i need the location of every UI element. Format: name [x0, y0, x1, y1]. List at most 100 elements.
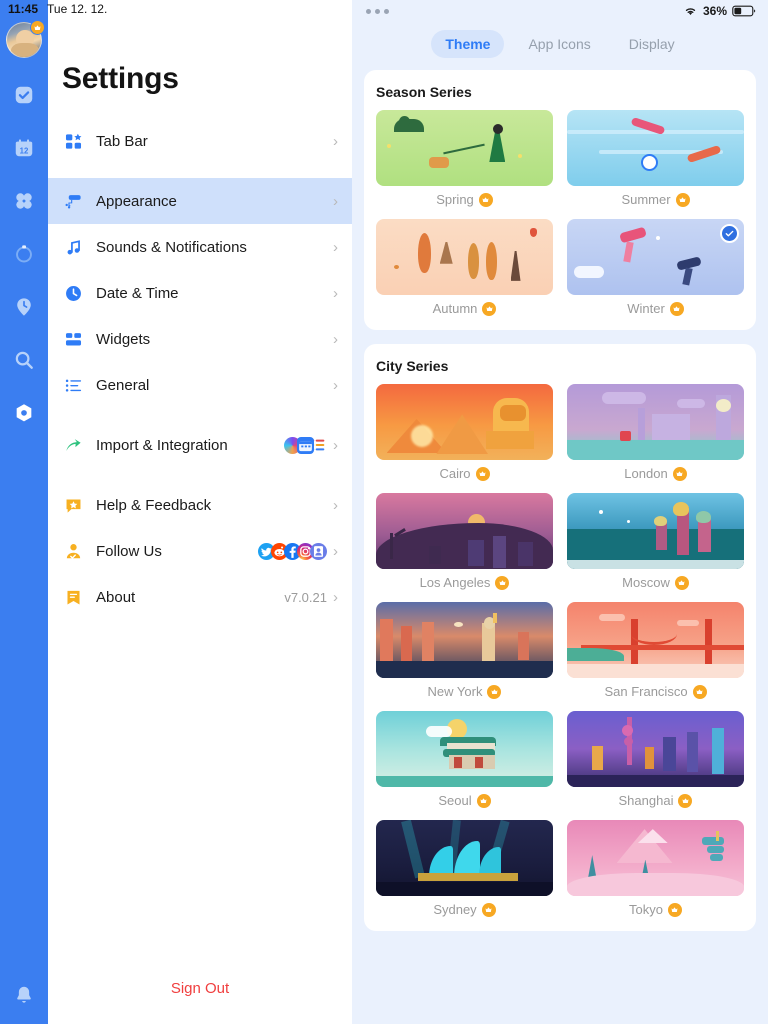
rail-item-places[interactable]	[9, 292, 39, 322]
theme-label-row: Moscow	[622, 569, 689, 594]
settings-row-help[interactable]: Help & Feedback ›	[48, 482, 352, 528]
theme-card-sydney[interactable]: Sydney	[376, 820, 553, 921]
app-version-value: v7.0.21	[284, 589, 327, 605]
theme-card-moscow[interactable]: Moscow	[567, 493, 744, 594]
theme-name: Los Angeles	[419, 575, 491, 590]
ipad-settings-screen: 12 Settings Tab Bar › Appearance › Sound…	[0, 0, 768, 1024]
settings-group-4: Help & Feedback › Follow Us › About v7.0…	[48, 482, 352, 620]
theme-thumbnail	[376, 110, 553, 186]
theme-card-sanfrancisco[interactable]: San Francisco	[567, 602, 744, 703]
tab-bar-icon	[62, 130, 84, 152]
section-title: Season Series	[376, 84, 472, 100]
rail-item-search[interactable]	[9, 345, 39, 375]
settings-row-label: Help & Feedback	[96, 496, 212, 514]
crown-icon	[692, 684, 707, 699]
crown-icon	[481, 902, 496, 917]
theme-thumbnail	[567, 219, 744, 295]
crown-icon	[495, 575, 510, 590]
theme-name: Sydney	[433, 902, 477, 917]
theme-card-autumn[interactable]: Autumn	[376, 219, 553, 320]
rail-item-timer[interactable]	[9, 239, 39, 269]
settings-row-date-time[interactable]: Date & Time ›	[48, 270, 352, 316]
settings-row-about[interactable]: About v7.0.21 ›	[48, 574, 352, 620]
theme-card-cairo[interactable]: Cairo	[376, 384, 553, 485]
theme-card-losangeles[interactable]: Los Angeles	[376, 493, 553, 594]
tab-display[interactable]: Display	[615, 30, 689, 58]
settings-row-appearance[interactable]: Appearance ›	[48, 178, 352, 224]
settings-row-import[interactable]: Import & Integration ›	[48, 422, 352, 468]
settings-row-accessory: ›	[333, 378, 338, 393]
settings-row-accessory: ›	[333, 134, 338, 149]
theme-thumbnail	[376, 820, 553, 896]
theme-thumbnail	[376, 219, 553, 295]
chevron-right-icon: ›	[333, 436, 338, 454]
settings-row-follow-us[interactable]: Follow Us ›	[48, 528, 352, 574]
settings-row-label: Appearance	[96, 192, 177, 210]
theme-scroll-area[interactable]: Season Series Spring Summer Autumn Winte…	[352, 70, 768, 1024]
multitask-dots-icon[interactable]	[366, 8, 389, 14]
dot	[366, 8, 371, 14]
theme-tabs: Theme App Icons Display	[352, 22, 768, 70]
settings-row-sounds[interactable]: Sounds & Notifications ›	[48, 224, 352, 270]
chevron-right-icon: ›	[333, 496, 338, 514]
theme-panel: 36% Theme App Icons Display Season Serie…	[352, 0, 768, 1024]
crown-icon	[674, 575, 689, 590]
settings-row-accessory: ›	[333, 194, 338, 209]
theme-name: Summer	[621, 192, 671, 207]
city-theme-grid: Cairo London Los Angeles Moscow New York…	[376, 384, 744, 921]
location-clock-pin-icon	[17, 298, 31, 316]
rail-item-calendar[interactable]: 12	[9, 133, 39, 163]
theme-label-row: San Francisco	[604, 678, 707, 703]
chevron-right-icon: ›	[333, 284, 338, 302]
tab-theme[interactable]: Theme	[431, 30, 505, 58]
chevron-right-icon: ›	[333, 238, 338, 256]
chevron-right-icon: ›	[333, 376, 338, 394]
crown-icon	[675, 192, 690, 207]
theme-card-newyork[interactable]: New York	[376, 602, 553, 703]
settings-row-accessory: ›	[333, 332, 338, 347]
rail-icon-list: 12	[9, 80, 39, 428]
theme-card-shanghai[interactable]: Shanghai	[567, 711, 744, 812]
svg-text:12: 12	[20, 147, 29, 156]
theme-label-row: New York	[428, 678, 502, 703]
theme-card-summer[interactable]: Summer	[567, 110, 744, 211]
theme-card-london[interactable]: London	[567, 384, 744, 485]
community-icon[interactable]	[310, 542, 327, 560]
user-avatar[interactable]	[6, 20, 45, 58]
theme-card-spring[interactable]: Spring	[376, 110, 553, 211]
rail-item-settings[interactable]	[9, 398, 39, 428]
theme-label-row: London	[624, 460, 687, 485]
settings-row-widgets[interactable]: Widgets ›	[48, 316, 352, 362]
settings-column: Settings Tab Bar › Appearance › Sounds &…	[48, 0, 352, 1024]
rail-item-notifications[interactable]	[9, 980, 39, 1010]
sign-out-button[interactable]: Sign Out	[48, 980, 352, 997]
settings-row-label: Import & Integration	[96, 436, 228, 454]
settings-group-3: Import & Integration ›	[48, 422, 352, 468]
rail-item-tasks[interactable]	[9, 80, 39, 110]
follow-person-icon	[62, 540, 84, 562]
theme-name: Seoul	[438, 793, 472, 808]
season-theme-grid: Spring Summer Autumn Winter	[376, 110, 744, 320]
status-bar-right: 36%	[352, 0, 768, 22]
section-title: City Series	[376, 358, 449, 374]
crown-icon	[478, 192, 493, 207]
theme-card-winter[interactable]: Winter	[567, 219, 744, 320]
clock-icon	[62, 282, 84, 304]
theme-thumbnail	[376, 384, 553, 460]
theme-label-row: Winter	[627, 295, 684, 320]
settings-row-tab-bar[interactable]: Tab Bar ›	[48, 118, 352, 164]
settings-row-label: Tab Bar	[96, 132, 148, 150]
tab-app-icons[interactable]: App Icons	[514, 30, 604, 58]
theme-card-tokyo[interactable]: Tokyo	[567, 820, 744, 921]
chevron-right-icon: ›	[333, 132, 338, 150]
settings-row-accessory: ›	[258, 542, 338, 560]
theme-label-row: Spring	[436, 186, 493, 211]
share-arrow-icon	[62, 434, 84, 456]
rail-item-apps[interactable]	[9, 186, 39, 216]
crown-icon	[667, 902, 682, 917]
section-city-series: City Series Cairo London Los Angeles Mos…	[364, 344, 756, 931]
theme-thumbnail	[376, 493, 553, 569]
settings-row-general[interactable]: General ›	[48, 362, 352, 408]
theme-card-seoul[interactable]: Seoul	[376, 711, 553, 812]
crown-icon	[487, 684, 502, 699]
